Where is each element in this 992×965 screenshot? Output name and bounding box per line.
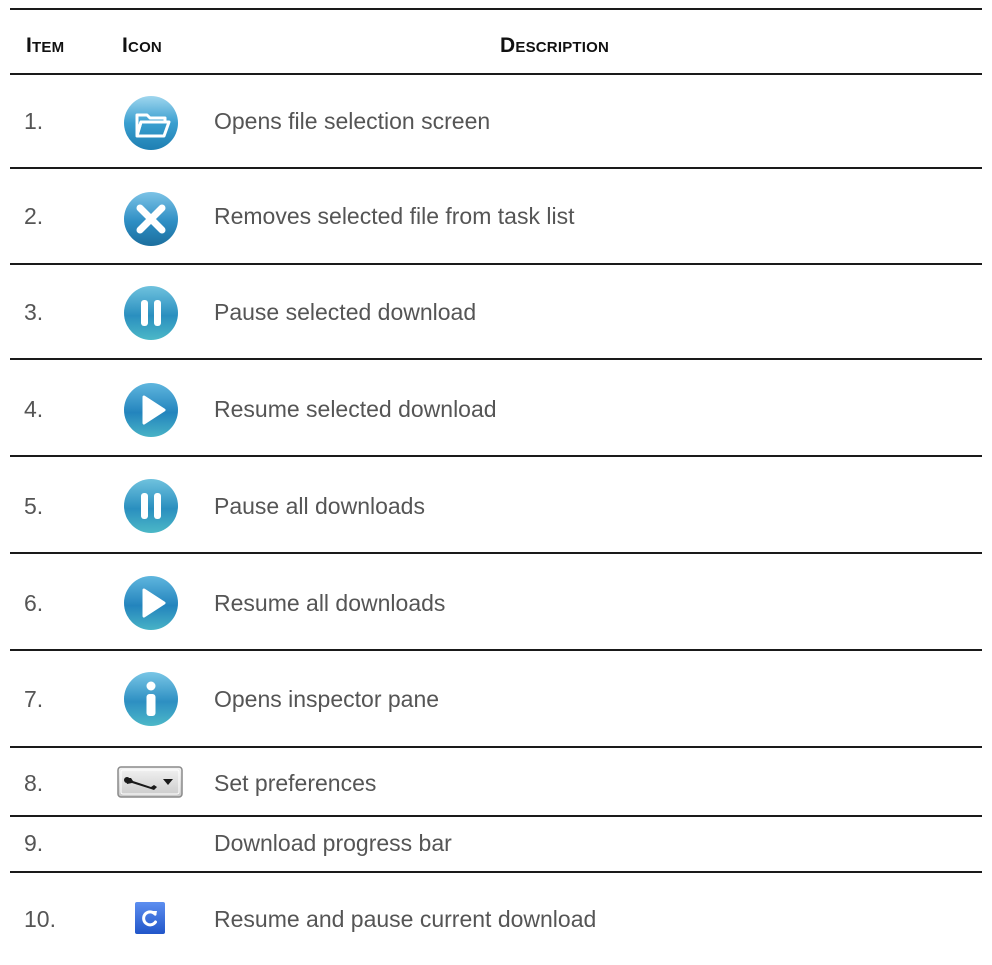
row-item-number: 4. [24,396,44,422]
row-item-number: 10. [24,906,56,932]
remove-icon [122,190,180,248]
folder-icon [122,94,180,152]
row-description: Resume selected download [214,396,497,422]
row-description: Resume all downloads [214,590,446,616]
row-description: Set preferences [214,770,377,796]
row-item-number: 2. [24,203,44,229]
row-item-number: 6. [24,590,44,616]
header-rule [10,73,982,75]
row-rule [10,167,982,169]
row-item-number: 9. [24,830,44,856]
row-description: Opens file selection screen [214,108,491,134]
row-rule [10,746,982,748]
row-rule [10,871,982,873]
play-icon [122,381,180,439]
header-item: Item [26,34,65,57]
header-description: Description [500,34,610,57]
row-description: Opens inspector pane [214,686,440,712]
row-description: Removes selected file from task list [214,203,575,229]
row-rule [10,455,982,457]
row-rule [10,815,982,817]
info-icon [122,670,180,728]
table-top-rule [10,8,982,10]
row-item-number: 7. [24,686,44,712]
row-rule [10,263,982,265]
row-item-number: 1. [24,108,44,134]
play-all-icon [122,574,180,632]
row-item-number: 3. [24,299,44,325]
row-rule [10,552,982,554]
row-description: Pause selected download [214,299,477,325]
header-icon: Icon [122,34,162,57]
pause-all-icon [122,477,180,535]
row-rule [10,358,982,360]
row-description: Resume and pause current download [214,906,597,932]
row-item-number: 5. [24,493,44,519]
refresh-icon [135,902,165,934]
row-description: Download progress bar [214,830,452,856]
row-description: Pause all downloads [214,493,425,519]
pause-icon [122,284,180,342]
row-rule [10,649,982,651]
wrench-dropdown-icon [117,766,183,798]
row-item-number: 8. [24,770,44,796]
